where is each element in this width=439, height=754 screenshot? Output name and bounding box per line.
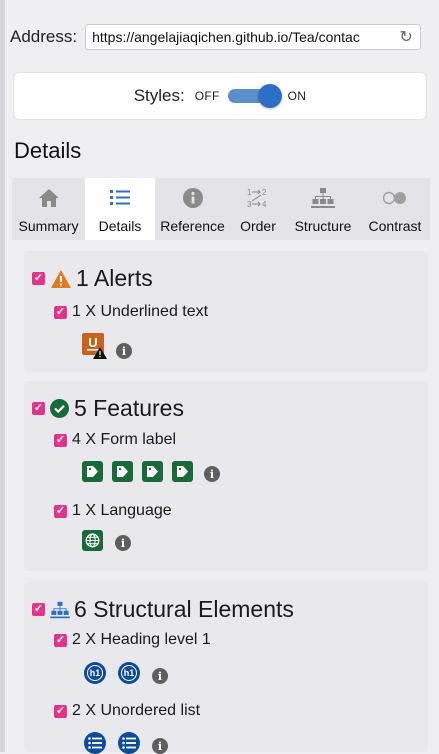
reload-icon[interactable]: ↻ — [398, 27, 414, 47]
alert-triangle-icon — [50, 269, 72, 289]
form-label-icon[interactable] — [82, 461, 103, 482]
form-label-row: ✓ 4 X Form label — [54, 431, 176, 449]
structural-checkbox[interactable]: ✓ — [32, 603, 45, 616]
form-label-icons-row: i — [82, 461, 220, 482]
language-text: 1 X Language — [72, 502, 172, 519]
underline-alert-icon[interactable]: U — [82, 333, 108, 359]
info-icon[interactable]: i — [116, 343, 132, 359]
info-icon[interactable]: i — [152, 668, 168, 684]
structure-icon — [311, 186, 335, 210]
unordered-list-icon[interactable] — [118, 732, 140, 754]
svg-text:3: 3 — [247, 200, 252, 209]
unordered-list-text: 2 X Unordered list — [72, 702, 201, 719]
structural-title: 6 Structural Elements — [74, 596, 294, 622]
features-checkbox[interactable]: ✓ — [32, 402, 45, 415]
unordered-list-checkbox[interactable]: ✓ — [54, 704, 67, 718]
tab-reference-label: Reference — [160, 218, 225, 234]
tab-contrast-label: Contrast — [368, 218, 422, 234]
page-title: Details — [14, 138, 82, 163]
language-row: ✓ 1 X Language — [54, 502, 172, 520]
heading-level-1-row: ✓ 2 X Heading level 1 — [54, 631, 211, 649]
tab-reference[interactable]: Reference — [155, 178, 230, 240]
language-icons-row: i — [82, 530, 131, 551]
svg-text:1: 1 — [247, 188, 252, 197]
underlined-text-label: 1 X Underlined text — [72, 303, 209, 320]
language-icon[interactable] — [82, 530, 103, 551]
address-url[interactable]: https://angelajiaqichen.github.io/Tea/co… — [92, 29, 394, 45]
home-icon — [38, 186, 60, 210]
tab-order[interactable]: 1 2 3 4 Order — [230, 178, 286, 240]
h1-icon[interactable]: h1 — [118, 662, 140, 684]
check-circle-icon — [50, 399, 69, 418]
tab-order-label: Order — [240, 218, 276, 234]
tab-structure-label: Structure — [294, 218, 352, 234]
info-icon[interactable]: i — [115, 535, 131, 551]
language-checkbox[interactable]: ✓ — [54, 504, 67, 518]
form-label-icon[interactable] — [112, 461, 133, 482]
svg-text:2: 2 — [262, 188, 267, 197]
form-label-icon[interactable] — [142, 461, 163, 482]
order-icon: 1 2 3 4 — [245, 186, 271, 210]
styles-on-label: ON — [287, 89, 307, 103]
tab-summary[interactable]: Summary — [12, 178, 85, 240]
info-icon[interactable]: i — [204, 466, 220, 482]
form-label-icon[interactable] — [172, 461, 193, 482]
features-title: 5 Features — [74, 395, 184, 421]
contrast-icon — [383, 186, 407, 210]
form-label-text: 4 X Form label — [72, 431, 177, 448]
heading-level-1-text: 2 X Heading level 1 — [72, 631, 211, 648]
address-row: Address: https://angelajiaqichen.github.… — [10, 24, 422, 50]
styles-off-label: OFF — [194, 89, 220, 103]
unordered-list-row: ✓ 2 X Unordered list — [54, 702, 200, 720]
underlined-text-checkbox[interactable]: ✓ — [54, 305, 67, 319]
alerts-header: ✓ 1 Alerts — [32, 265, 153, 292]
styles-toggle-box: Styles: OFF ON — [13, 72, 427, 120]
styles-switch[interactable] — [227, 84, 282, 108]
svg-text:4: 4 — [262, 200, 267, 209]
address-label: Address: — [10, 27, 78, 46]
styles-label: Styles: — [133, 86, 185, 105]
tab-details-label: Details — [98, 218, 142, 234]
unordered-list-icon[interactable] — [84, 732, 106, 754]
features-card: ✓ 5 Features ✓ 4 X Form label i ✓ 1 X La… — [24, 381, 428, 571]
features-header: ✓ 5 Features — [32, 395, 184, 422]
underlined-icons-row: U i — [82, 333, 132, 359]
tab-contrast[interactable]: Contrast — [360, 178, 430, 240]
alerts-checkbox[interactable]: ✓ — [32, 272, 45, 285]
info-icon — [182, 186, 203, 210]
structural-header: ✓ 6 Structural Elements — [32, 596, 294, 623]
svg-text:U: U — [88, 335, 97, 350]
alerts-title: 1 Alerts — [76, 265, 153, 291]
address-input[interactable]: https://angelajiaqichen.github.io/Tea/co… — [85, 24, 422, 50]
alerts-card: ✓ 1 Alerts ✓ 1 X Underlined text U i — [24, 251, 428, 372]
tab-structure[interactable]: Structure — [286, 178, 360, 240]
h1-icons-row: h1 h1 i — [84, 662, 168, 684]
unordered-list-icons-row: i — [84, 732, 168, 754]
list-icon — [110, 186, 130, 210]
tab-summary-label: Summary — [18, 218, 79, 234]
h1-icon[interactable]: h1 — [84, 662, 106, 684]
form-label-checkbox[interactable]: ✓ — [54, 433, 67, 447]
tab-bar: Summary Details Reference 1 2 3 4 Order St… — [12, 178, 430, 240]
hierarchy-icon — [50, 601, 70, 619]
switch-knob[interactable] — [257, 84, 282, 108]
heading-level-1-checkbox[interactable]: ✓ — [54, 633, 67, 647]
structural-card: ✓ 6 Structural Elements ✓ 2 X Heading le… — [24, 582, 428, 754]
underlined-text-row: ✓ 1 X Underlined text — [54, 303, 208, 321]
tab-details[interactable]: Details — [85, 178, 155, 240]
